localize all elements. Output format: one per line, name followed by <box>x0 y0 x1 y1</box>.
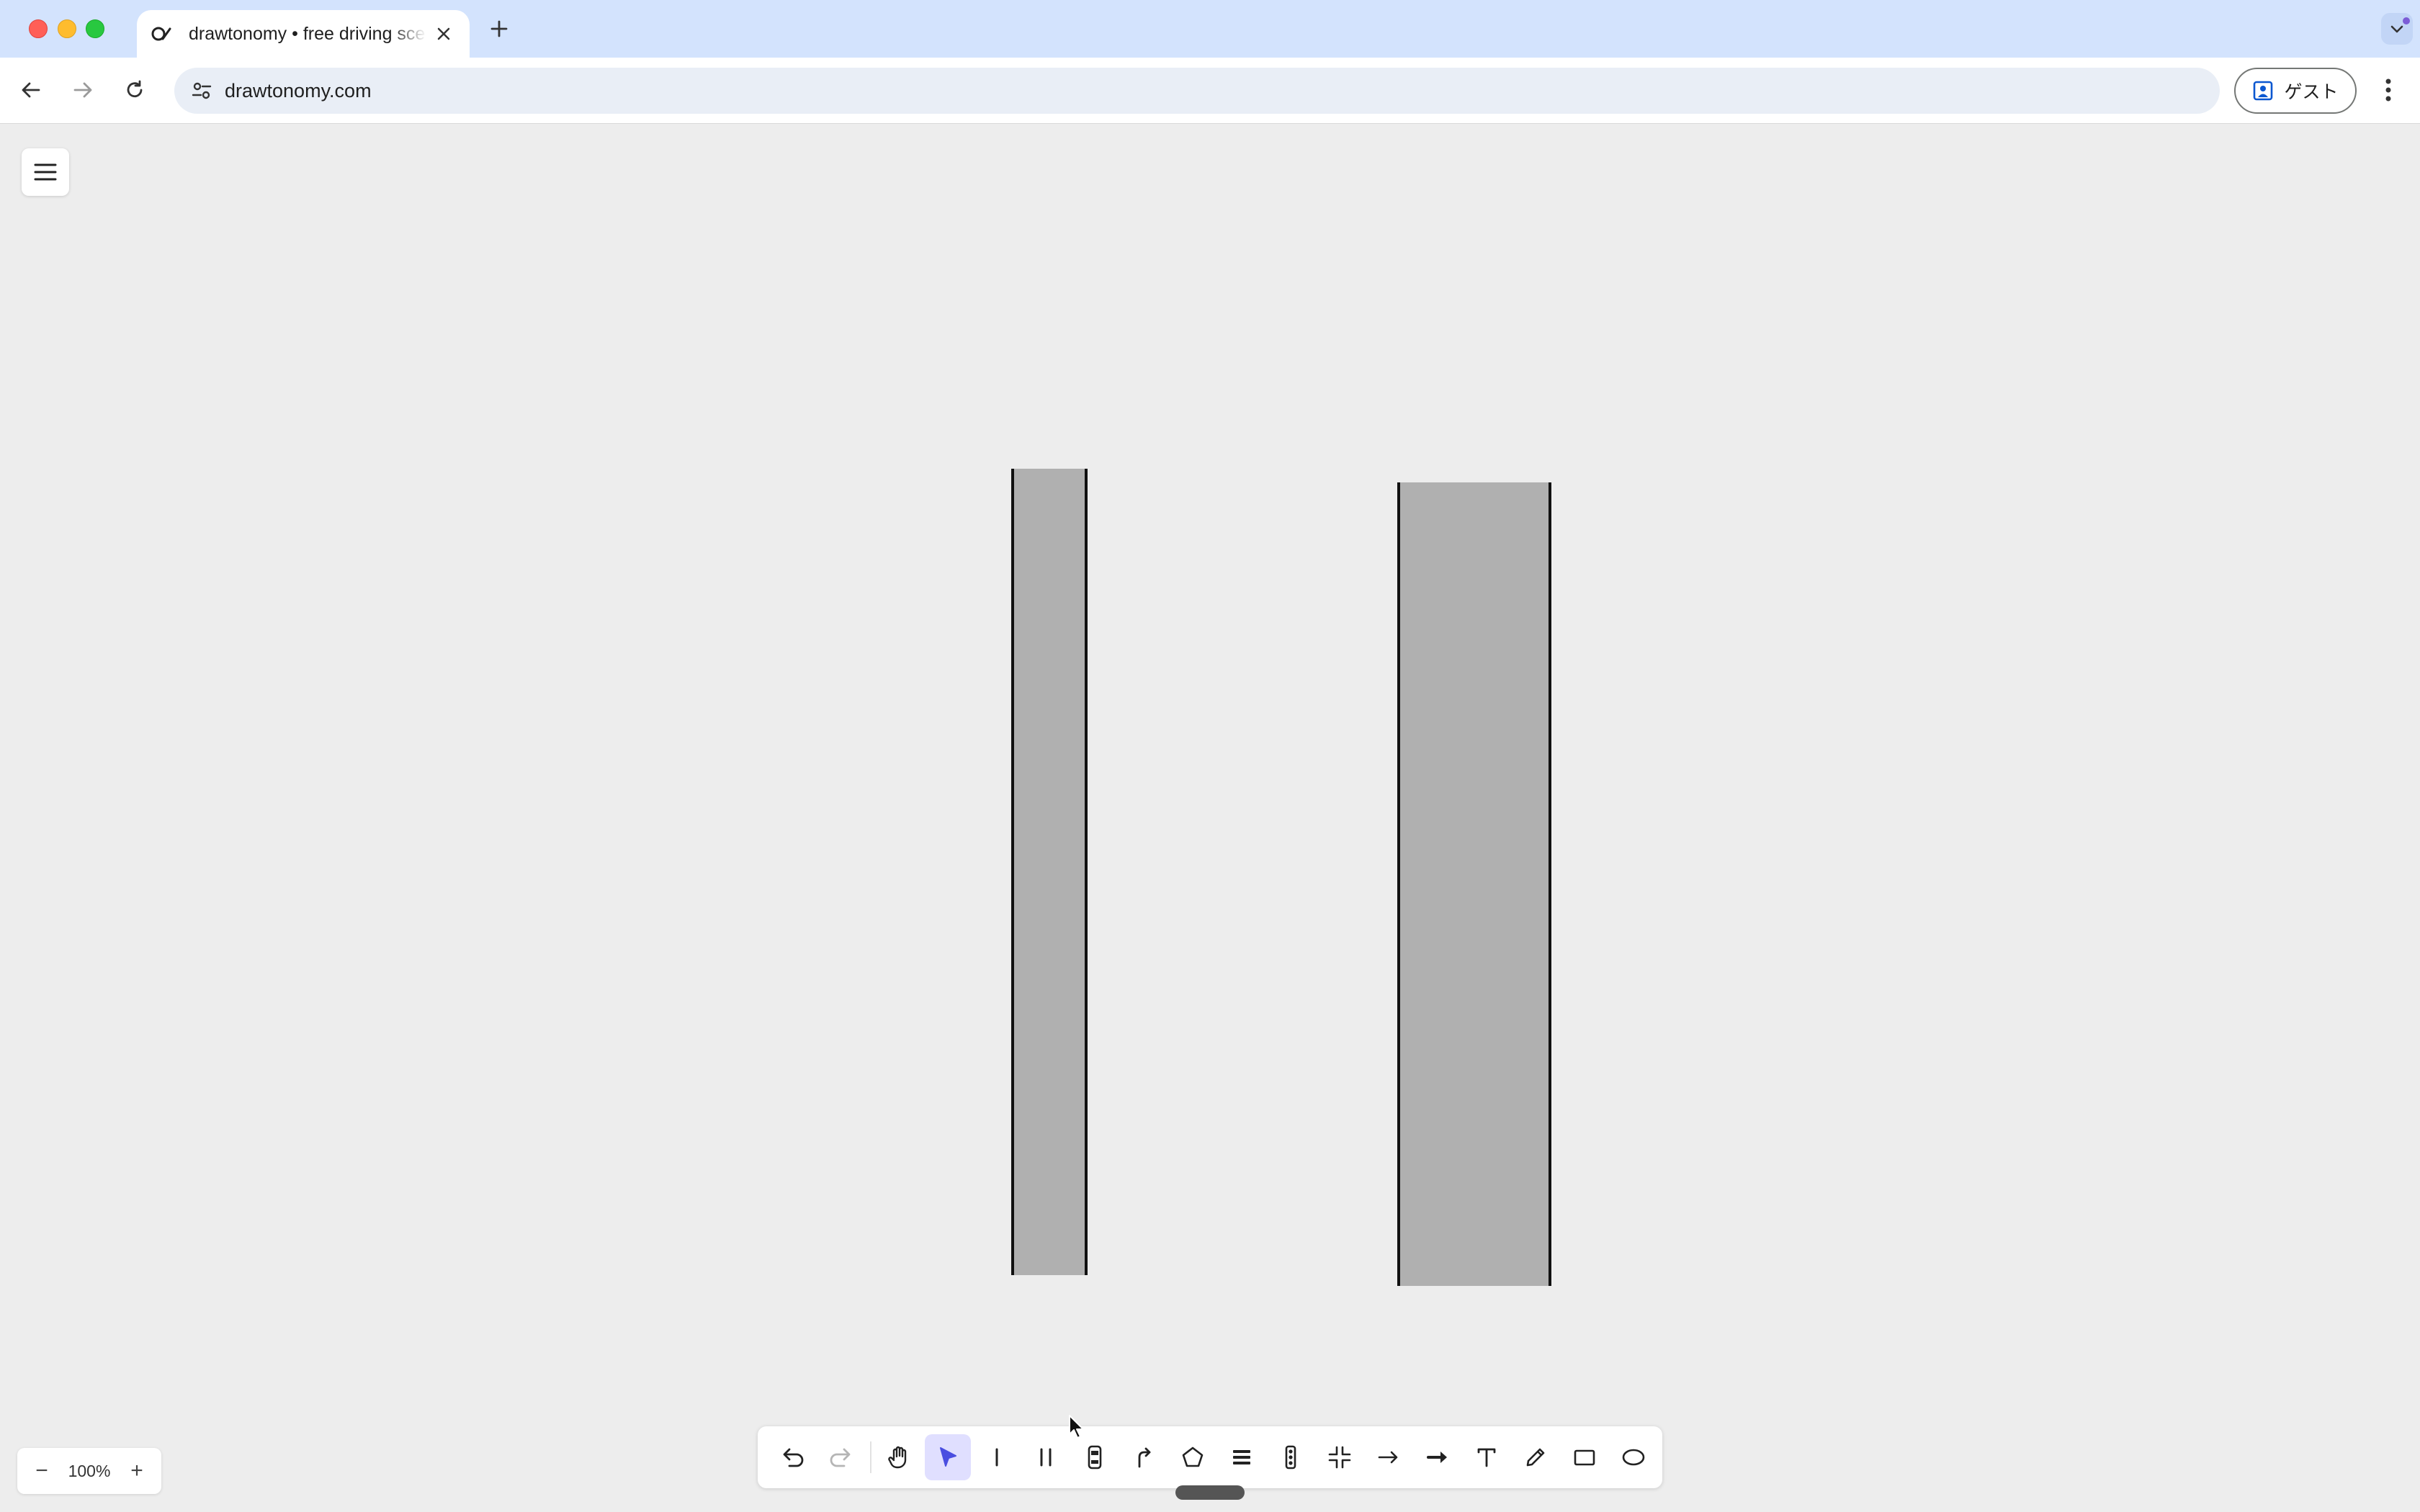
notification-dot <box>2403 17 2410 24</box>
arrow-tool-button[interactable] <box>1366 1434 1412 1480</box>
url-text: drawtonomy.com <box>225 79 372 102</box>
pencil-icon <box>1526 1448 1545 1467</box>
profile-icon <box>2254 81 2273 101</box>
forward-button[interactable] <box>66 73 99 107</box>
hamburger-icon <box>34 163 57 181</box>
tab-drawtonomy[interactable]: drawtonomy • free driving scene editor <box>137 10 470 58</box>
toolbar-divider <box>870 1441 871 1473</box>
pentagon-icon <box>1182 1446 1204 1467</box>
redo-icon <box>830 1448 851 1467</box>
hand-icon <box>888 1446 907 1469</box>
undo-icon <box>783 1448 804 1467</box>
path-tool-button[interactable] <box>1121 1434 1167 1480</box>
drawtonomy-favicon-icon <box>151 23 173 45</box>
chevron-down-icon <box>2390 25 2403 33</box>
car-icon <box>1088 1445 1102 1470</box>
pointer-icon <box>940 1447 956 1467</box>
zoom-level: 100% <box>68 1461 111 1480</box>
hand-tool-button[interactable] <box>876 1434 922 1480</box>
thick-arrow-icon <box>1427 1452 1447 1463</box>
close-window-button[interactable] <box>29 19 48 38</box>
main-menu-button[interactable] <box>22 148 69 196</box>
ellipse-icon <box>1622 1449 1645 1466</box>
single-line-icon <box>995 1448 998 1467</box>
select-tool-button[interactable] <box>925 1434 971 1480</box>
plus-icon <box>490 20 508 37</box>
drawing-canvas[interactable]: − 100% + <box>0 125 2420 1512</box>
traffic-light-icon <box>1285 1445 1296 1470</box>
maximize-window-button[interactable] <box>86 19 104 38</box>
guest-profile-button[interactable]: ゲスト <box>2234 68 2357 114</box>
intersection-tool-button[interactable] <box>1317 1434 1363 1480</box>
arrow-icon <box>1378 1451 1398 1464</box>
arrow-left-icon <box>22 82 40 98</box>
arrow-right-icon <box>73 82 92 98</box>
tool-palette <box>758 1426 1662 1488</box>
zoom-out-button[interactable]: − <box>30 1457 53 1485</box>
rectangle-icon <box>1574 1449 1595 1466</box>
crosswalk-tool-button[interactable] <box>1219 1434 1265 1480</box>
double-lane-tool-button[interactable] <box>1023 1434 1069 1480</box>
tab-search-button[interactable] <box>2381 13 2413 45</box>
tab-title: drawtonomy • free driving scene editor <box>189 23 426 44</box>
site-settings-icon[interactable] <box>187 76 216 105</box>
browser-tab-bar: drawtonomy • free driving scene editor <box>0 0 2420 58</box>
thick-arrow-tool-button[interactable] <box>1415 1434 1461 1480</box>
double-line-icon <box>1040 1448 1052 1467</box>
drawer-handle[interactable] <box>1175 1485 1245 1500</box>
rectangle-tool-button[interactable] <box>1561 1434 1608 1480</box>
browser-menu-button[interactable] <box>2375 73 2401 107</box>
address-bar[interactable]: drawtonomy.com <box>174 68 2220 114</box>
path-icon <box>1138 1447 1151 1468</box>
browser-toolbar: drawtonomy.com ゲスト <box>0 58 2420 124</box>
ellipse-tool-button[interactable] <box>1610 1434 1657 1480</box>
back-button[interactable] <box>14 73 48 107</box>
mouse-cursor-icon <box>1067 1414 1086 1444</box>
traffic-light-tool-button[interactable] <box>1268 1434 1314 1480</box>
zoom-in-button[interactable]: + <box>125 1457 148 1485</box>
text-tool-button[interactable] <box>1464 1434 1510 1480</box>
text-icon <box>1477 1448 1496 1467</box>
lane-shape[interactable] <box>1011 469 1088 1275</box>
pencil-tool-button[interactable] <box>1512 1434 1559 1480</box>
minimize-window-button[interactable] <box>58 19 76 38</box>
reload-icon <box>127 80 143 98</box>
more-vert-icon <box>2385 78 2391 102</box>
polygon-tool-button[interactable] <box>1170 1434 1216 1480</box>
redo-button[interactable] <box>818 1434 864 1480</box>
lane-shape[interactable] <box>1397 482 1551 1286</box>
zoom-control: − 100% + <box>17 1448 161 1494</box>
guest-label: ゲスト <box>2284 82 2339 102</box>
undo-button[interactable] <box>769 1434 815 1480</box>
intersection-icon <box>1328 1446 1351 1469</box>
crosswalk-icon <box>1233 1450 1250 1464</box>
reload-button[interactable] <box>118 73 151 107</box>
close-tab-icon[interactable] <box>434 24 454 44</box>
new-tab-button[interactable] <box>486 16 512 42</box>
single-lane-tool-button[interactable] <box>974 1434 1020 1480</box>
